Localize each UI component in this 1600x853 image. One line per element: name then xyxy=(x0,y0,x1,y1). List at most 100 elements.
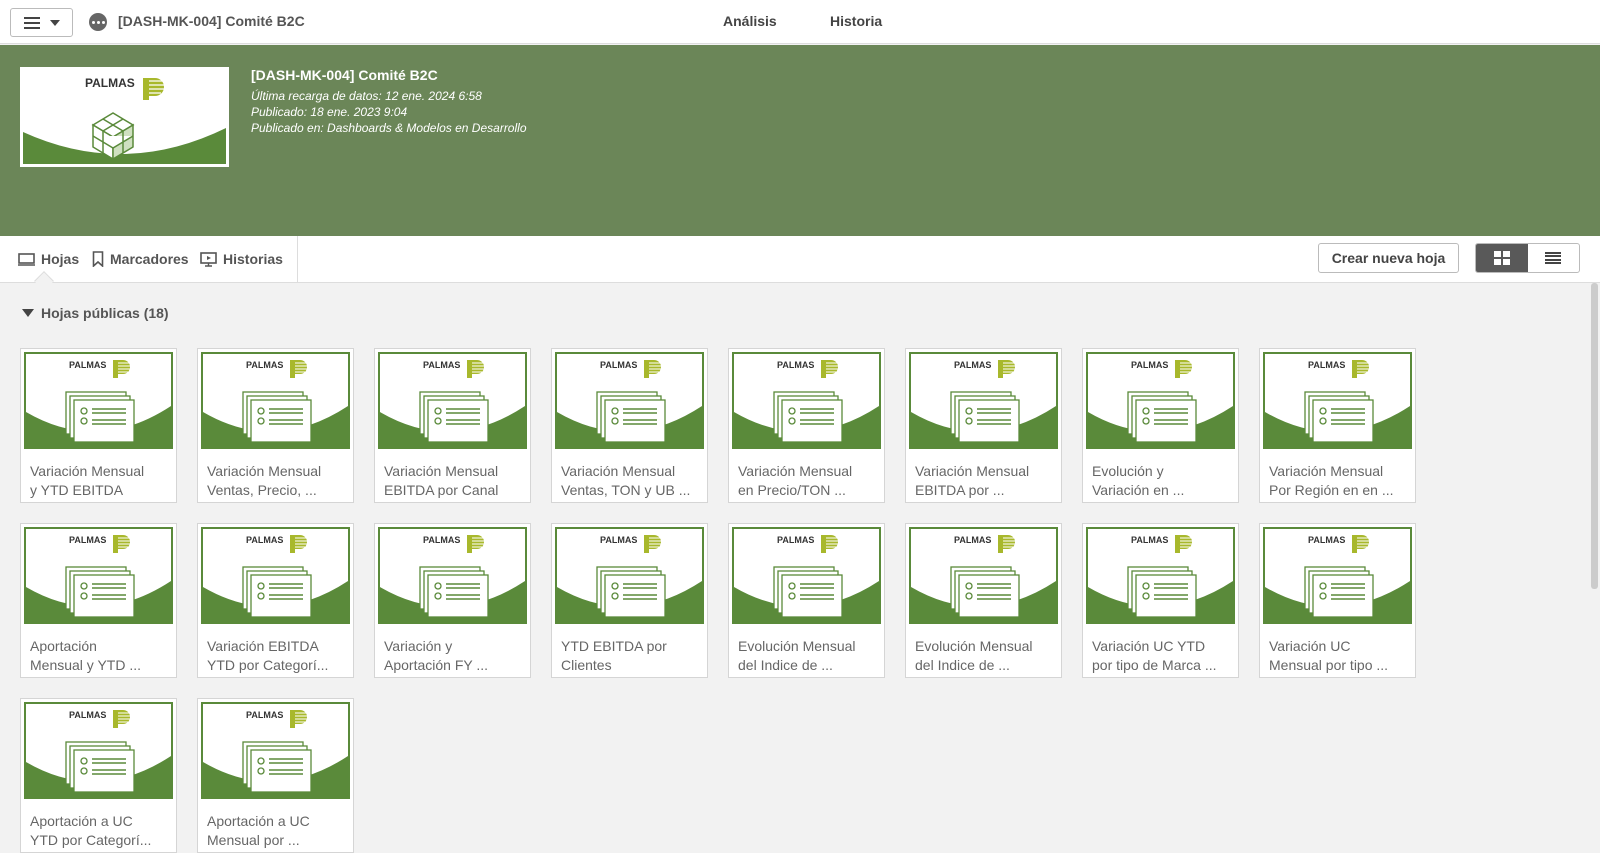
sheet-card[interactable]: PALMAS Variación Mensual Ventas, TON y U… xyxy=(551,348,708,503)
sheet-title-line2: Variación en ... xyxy=(1092,482,1185,498)
sheet-thumbnail-graphic: PALMAS xyxy=(1265,354,1410,447)
sheet-title-line2: Ventas, Precio, ... xyxy=(207,482,317,498)
tab-analisis[interactable]: Análisis xyxy=(723,13,777,29)
sheet-title: Variación Mensual Ventas, Precio, ... xyxy=(198,452,353,502)
vertical-scrollbar[interactable] xyxy=(1591,283,1598,589)
logo-text: PALMAS xyxy=(954,360,991,370)
sheet-title: YTD EBITDA por Clientes xyxy=(552,627,707,677)
list-view-button[interactable] xyxy=(1528,244,1580,272)
sheet-card[interactable]: PALMAS Variación UC Mensual por tipo ... xyxy=(1259,523,1416,678)
sheet-title-line1: Variación Mensual xyxy=(207,463,322,479)
sheet-thumbnail-graphic: PALMAS xyxy=(203,529,348,622)
sheet-title: Aportación Mensual y YTD ... xyxy=(21,627,176,677)
sheet-title-line2: Clientes xyxy=(561,657,612,673)
sheet-stack-icon xyxy=(242,566,312,618)
sheet-thumbnail-graphic: PALMAS xyxy=(380,529,525,622)
sheet-title-line2: del Indice de ... xyxy=(738,657,833,673)
logo-text: PALMAS xyxy=(777,535,814,545)
sheet-title-line2: Ventas, TON y UB ... xyxy=(561,482,691,498)
sheet-title-line2: Mensual y YTD ... xyxy=(30,657,142,673)
sheet-title-line1: Variación Mensual xyxy=(30,463,145,479)
sheet-card[interactable]: PALMAS YTD EBITDA por Clientes xyxy=(551,523,708,678)
sheet-card[interactable]: PALMAS Variación Mensual EBITDA por xyxy=(905,348,1062,503)
active-tab-pointer xyxy=(34,271,54,291)
tab-marcadores[interactable]: Marcadores xyxy=(92,251,189,267)
sheet-title: Variación Mensual en Precio/TON ... xyxy=(729,452,884,502)
sheet-title-line2: y YTD EBITDA xyxy=(30,482,124,498)
sheet-card[interactable]: PALMAS Variación Mensual Ventas, Precio,… xyxy=(197,348,354,503)
sheet-title: Variación Mensual EBITDA por Canal xyxy=(375,452,530,502)
sheet-title-line1: Variación Mensual xyxy=(915,463,1030,479)
sheet-thumbnail-graphic: PALMAS xyxy=(1088,529,1233,622)
logo-text: PALMAS xyxy=(954,535,991,545)
top-bar: [DASH-MK-004] Comité B2C Análisis Histor… xyxy=(0,0,1600,44)
sheet-stack-icon xyxy=(419,566,489,618)
sheet-thumbnail: PALMAS xyxy=(909,352,1058,449)
sheet-thumbnail-graphic: PALMAS xyxy=(557,529,702,622)
sheet-title-line1: YTD EBITDA por xyxy=(561,638,667,654)
sheet-title: Variación Mensual y YTD EBITDA xyxy=(21,452,176,502)
logo-text: PALMAS xyxy=(69,535,106,545)
last-reload-text: Última recarga de datos: 12 ene. 2024 6:… xyxy=(251,89,482,103)
sheet-stack-icon xyxy=(950,391,1020,443)
sheet-card[interactable]: PALMAS Evolución y Variación en ... xyxy=(1082,348,1239,503)
sheet-thumbnail-graphic: PALMAS xyxy=(203,354,348,447)
sheet-card[interactable]: PALMAS Variación Mensual Por Región en e… xyxy=(1259,348,1416,503)
sheet-stack-icon xyxy=(242,391,312,443)
sheet-thumbnail-graphic: PALMAS xyxy=(26,529,171,622)
logo-text: PALMAS xyxy=(246,535,283,545)
public-sheets-title: Hojas públicas (18) xyxy=(41,305,169,321)
sheet-card[interactable]: PALMAS Evolución Mensual del Indice de .… xyxy=(905,523,1062,678)
sheet-card[interactable]: PALMAS Variación Mensual en Precio/TON .… xyxy=(728,348,885,503)
sheet-stack-icon xyxy=(950,566,1020,618)
logo-text: PALMAS xyxy=(69,710,106,720)
logo-text: PALMAS xyxy=(69,360,106,370)
sheet-card[interactable]: PALMAS Variación EBITDA YTD por Categorí… xyxy=(197,523,354,678)
collapse-triangle-icon xyxy=(22,309,34,317)
hamburger-icon xyxy=(23,16,40,29)
sheet-card[interactable]: PALMAS Aportación a UC Mensual por ... xyxy=(197,698,354,853)
sheet-title-line2: EBITDA por Canal xyxy=(384,482,499,498)
view-toggle xyxy=(1475,243,1580,273)
sheet-thumbnail-graphic: PALMAS xyxy=(26,704,171,797)
logo-text: PALMAS xyxy=(423,360,460,370)
sheet-thumbnail-graphic: PALMAS xyxy=(557,354,702,447)
sheet-card[interactable]: PALMAS Aportación Mensual y YTD ... xyxy=(20,523,177,678)
app-info-title: [DASH-MK-004] Comité B2C xyxy=(251,67,438,83)
sheet-stack-icon xyxy=(596,391,666,443)
sheet-title-line1: Variación UC YTD xyxy=(1092,638,1206,654)
sheet-card[interactable]: PALMAS Variación UC YTD por tipo de Marc… xyxy=(1082,523,1239,678)
sheet-stack-icon xyxy=(1304,391,1374,443)
sheet-card[interactable]: PALMAS Variación Mensual y YTD EBITDA xyxy=(20,348,177,503)
grid-view-button[interactable] xyxy=(1476,244,1528,272)
sheet-card[interactable]: PALMAS Aportación a UC YTD por Categorí.… xyxy=(20,698,177,853)
logo-text: PALMAS xyxy=(246,360,283,370)
sheet-thumbnail: PALMAS xyxy=(378,352,527,449)
sheet-title: Variación Mensual Por Región en en ... xyxy=(1260,452,1415,502)
app-options-icon[interactable] xyxy=(89,13,107,31)
app-title: [DASH-MK-004] Comité B2C xyxy=(118,13,305,29)
logo-text: PALMAS xyxy=(1308,535,1345,545)
sheet-card[interactable]: PALMAS Variación Mensual EBITDA por xyxy=(374,348,531,503)
sheet-title: Variación UC YTD por tipo de Marca ... xyxy=(1083,627,1238,677)
sheet-card[interactable]: PALMAS Evolución Mensual del Indice de .… xyxy=(728,523,885,678)
create-sheet-button[interactable]: Crear nueva hoja xyxy=(1318,243,1459,273)
sheet-thumbnail-graphic: PALMAS xyxy=(1265,529,1410,622)
sheet-stack-icon xyxy=(419,391,489,443)
logo-text: PALMAS xyxy=(246,710,283,720)
tab-historias[interactable]: Historias xyxy=(200,251,283,267)
global-menu-button[interactable] xyxy=(10,8,73,37)
sheet-title-line2: en Precio/TON ... xyxy=(738,482,846,498)
tab-hojas[interactable]: Hojas xyxy=(18,251,79,267)
sheet-icon xyxy=(18,252,35,266)
tab-historia[interactable]: Historia xyxy=(830,13,882,29)
sheets-grid: PALMAS Variación Mensual y YTD EBITDA PA… xyxy=(20,348,1440,853)
sheet-title: Variación EBITDA YTD por Categorí... xyxy=(198,627,353,677)
sheet-title: Evolución Mensual del Indice de ... xyxy=(729,627,884,677)
sheet-thumbnail: PALMAS xyxy=(732,352,881,449)
logo-text: PALMAS xyxy=(85,76,135,90)
sheet-card[interactable]: PALMAS Variación y Aportación FY ... xyxy=(374,523,531,678)
sheet-thumbnail: PALMAS xyxy=(24,702,173,799)
sheet-thumbnail-graphic: PALMAS xyxy=(203,704,348,797)
public-sheets-header[interactable]: Hojas públicas (18) xyxy=(22,305,169,321)
